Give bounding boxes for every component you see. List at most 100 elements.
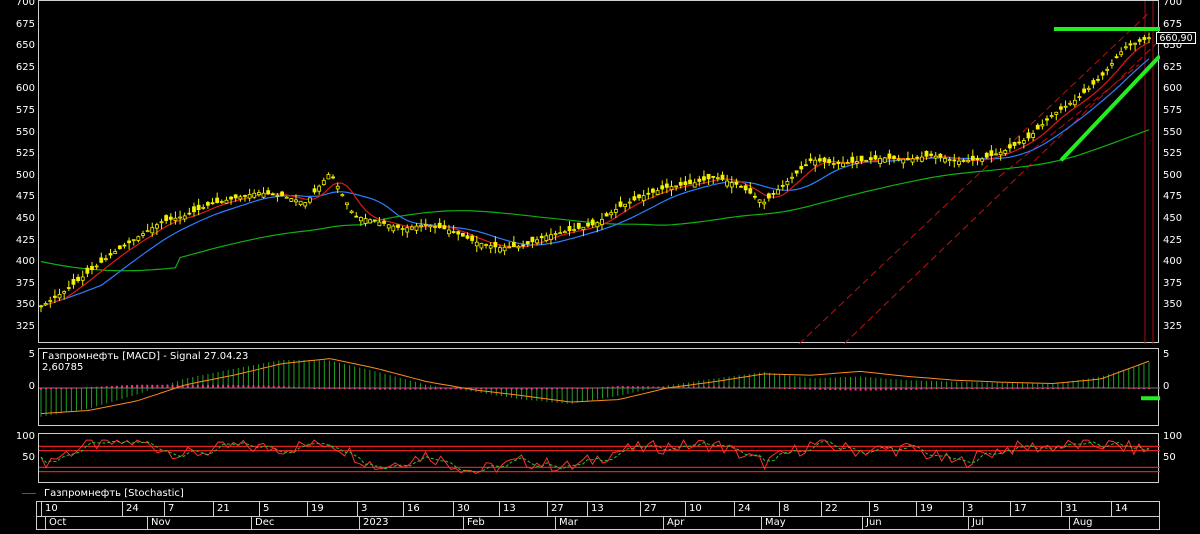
macd-diff-bar: [631, 386, 634, 388]
candle-body: [975, 157, 980, 161]
price-tick-label: 325: [1163, 321, 1183, 333]
candle-body: [766, 193, 771, 199]
macd-diff-bar: [591, 387, 594, 389]
candle-body: [739, 185, 743, 188]
macd-diff-bar: [414, 388, 417, 390]
candle-body: [409, 226, 414, 230]
candle-body: [910, 158, 915, 163]
macd-diff-bar: [626, 386, 629, 388]
candle-body: [637, 194, 641, 199]
macd-panel[interactable]: Газпромнефть [MACD] - Signal 27.04.23 2,…: [38, 348, 1160, 426]
macd-diff-bar: [242, 385, 245, 388]
macd-diff-bar: [60, 388, 63, 389]
macd-diff-bar: [702, 386, 705, 388]
macd-diff-bar: [991, 388, 994, 389]
macd-diff-bar: [318, 388, 321, 389]
time-month-label: Dec: [251, 516, 274, 530]
candle-body: [1100, 72, 1105, 76]
candle-body: [396, 224, 400, 228]
price-tick-label: 700: [1163, 0, 1183, 8]
macd-diff-bar: [70, 387, 73, 389]
candle-body: [447, 229, 451, 235]
macd-diff-bar: [576, 388, 579, 389]
candle-body: [933, 155, 938, 159]
macd-diff-bar: [652, 386, 655, 388]
candle-body: [423, 224, 428, 226]
candle-body: [627, 201, 632, 204]
time-day-label: 13: [587, 502, 604, 516]
candle-body: [762, 201, 767, 205]
macd-diff-bar: [222, 384, 225, 388]
candle-body: [1008, 144, 1012, 149]
candle-body: [906, 157, 910, 160]
candle-body: [451, 231, 456, 233]
macd-diff-bar: [1107, 387, 1110, 389]
candle-body: [748, 188, 753, 194]
macd-diff-bar: [819, 388, 822, 390]
candle-body: [618, 201, 623, 207]
macd-diff-bar: [100, 386, 103, 388]
macd-diff-bar: [1056, 388, 1059, 389]
macd-diff-bar: [925, 388, 928, 390]
price-tick-label: 375: [1163, 277, 1183, 289]
candle-body: [729, 182, 734, 188]
macd-diff-bar: [717, 386, 720, 388]
candle-body: [90, 265, 94, 271]
macd-diff-bar: [95, 386, 98, 388]
candle-body: [1059, 106, 1063, 110]
candle-body: [697, 178, 702, 182]
price-tick-label: 525: [15, 148, 35, 160]
candle-body: [794, 170, 799, 174]
macd-diff-bar: [561, 388, 564, 390]
candle-body: [1105, 68, 1110, 71]
candle-body: [553, 233, 558, 236]
macd-diff-bar: [333, 388, 336, 390]
candle-body: [1147, 37, 1151, 40]
candle-body: [734, 181, 739, 185]
last-price-badge: 660,90: [1156, 32, 1196, 44]
macd-diff-bar: [824, 388, 827, 390]
macd-diff-bar: [399, 388, 402, 390]
candle-body: [62, 291, 67, 294]
candle-body: [1128, 43, 1133, 46]
candle-body: [164, 215, 169, 221]
candle-body: [377, 221, 382, 227]
candle-body: [549, 234, 553, 240]
macd-diff-bar: [419, 388, 422, 390]
macd-diff-bar: [358, 388, 361, 390]
macd-diff-bar: [85, 387, 88, 389]
macd-diff-bar: [920, 388, 923, 390]
time-month-label: Jun: [862, 516, 882, 530]
time-day-label: 10: [685, 502, 702, 516]
time-axis[interactable]: 10 24 7 21 5 19 3 16 30 13 27 13 27 10 24 8 22 5 19 3 17 31 14…: [36, 501, 1160, 530]
candle-body: [201, 207, 206, 209]
candle-body: [1091, 80, 1096, 85]
macd-diff-bar: [1122, 387, 1125, 389]
candle-body: [692, 182, 697, 188]
macd-diff-bar: [540, 388, 543, 390]
macd-diff-bar: [363, 388, 366, 390]
macd-diff-bar: [940, 388, 943, 390]
candle-body: [586, 222, 590, 227]
macd-diff-bar: [1036, 388, 1039, 389]
macd-diff-bar: [743, 386, 746, 388]
macd-diff-bar: [1041, 388, 1044, 389]
candle-body: [405, 227, 410, 233]
price-panel[interactable]: [38, 0, 1160, 344]
stochastic-panel[interactable]: [38, 433, 1160, 483]
time-day-label: 10: [41, 502, 58, 516]
time-month-label: Feb: [463, 516, 485, 530]
candle-body: [502, 246, 507, 252]
macd-diff-bar: [581, 388, 584, 389]
candle-body: [80, 276, 85, 281]
candle-body: [544, 235, 549, 241]
candle-body: [720, 174, 725, 180]
macd-diff-bar: [141, 384, 144, 388]
macd-diff-bar: [217, 384, 220, 388]
macd-diff-bar: [738, 386, 741, 388]
time-day-label: 24: [734, 502, 751, 516]
macd-diff-bar: [343, 388, 346, 390]
candle-body: [581, 226, 586, 231]
macd-diff-bar: [136, 384, 139, 388]
macd-diff-bar: [960, 388, 963, 389]
